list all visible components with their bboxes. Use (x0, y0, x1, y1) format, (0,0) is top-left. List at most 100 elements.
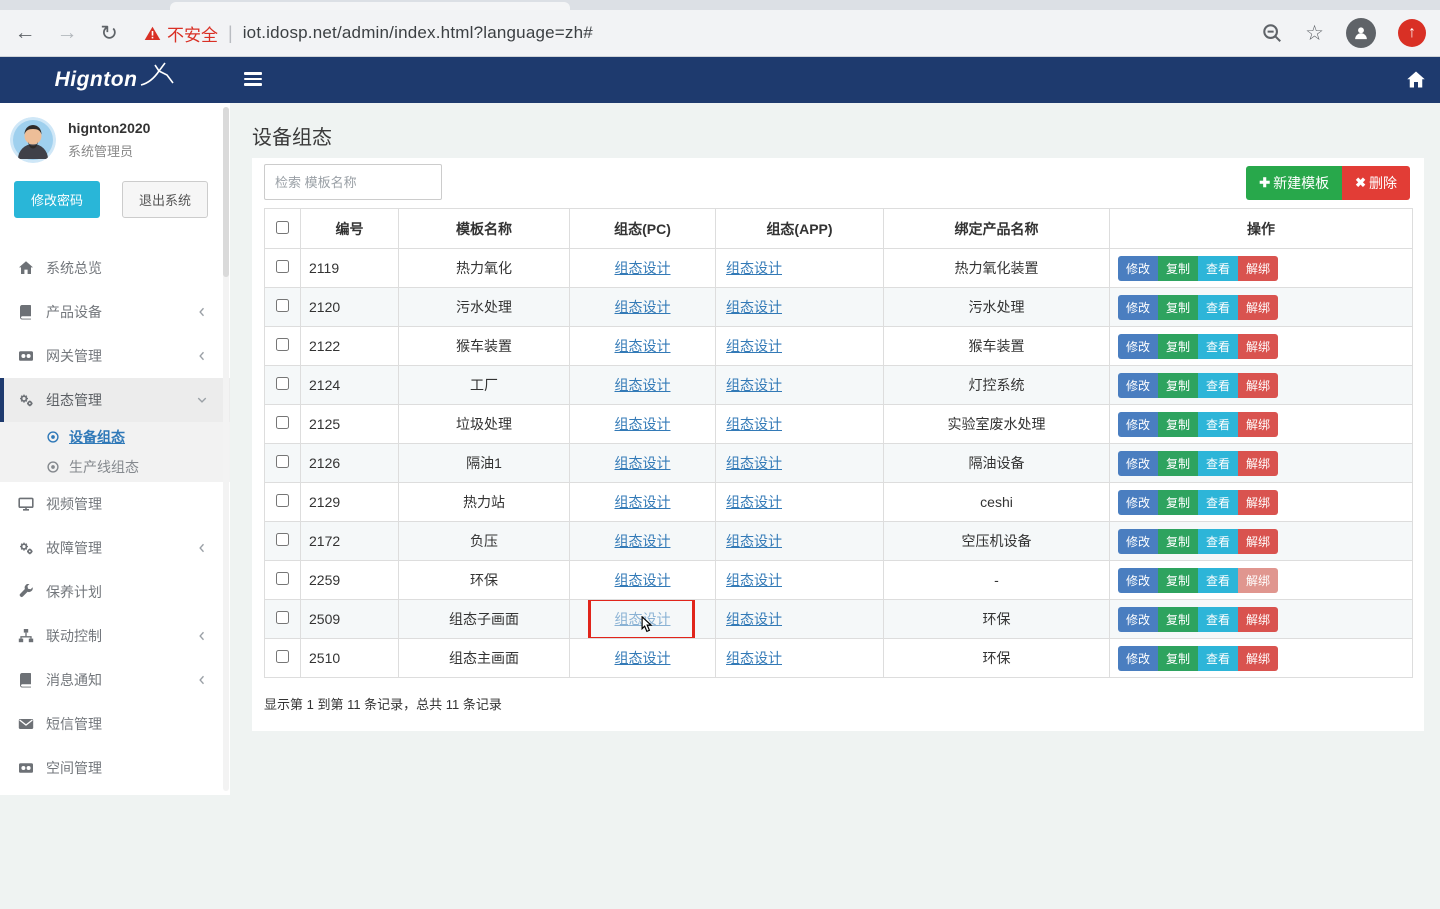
view-button[interactable]: 查看 (1198, 646, 1238, 671)
app-design-link[interactable]: 组态设计 (726, 455, 782, 471)
view-button[interactable]: 查看 (1198, 451, 1238, 476)
sidebar-item-短信管理[interactable]: 短信管理 (0, 702, 230, 746)
copy-button[interactable]: 复制 (1158, 568, 1198, 593)
sidebar-item-组态管理[interactable]: 组态管理 (0, 378, 230, 422)
unbind-button[interactable]: 解绑 (1238, 373, 1278, 398)
app-design-link[interactable]: 组态设计 (726, 572, 782, 588)
pc-design-link[interactable]: 组态设计 (615, 455, 671, 471)
view-button[interactable]: 查看 (1198, 334, 1238, 359)
view-button[interactable]: 查看 (1198, 607, 1238, 632)
row-checkbox[interactable] (276, 416, 289, 429)
pc-design-link[interactable]: 组态设计 (615, 572, 671, 588)
app-design-link[interactable]: 组态设计 (726, 260, 782, 276)
pc-design-link[interactable]: 组态设计 (615, 416, 671, 432)
zoom-out-icon[interactable] (1261, 22, 1283, 44)
row-checkbox[interactable] (276, 494, 289, 507)
new-template-button[interactable]: ✚新建模板 (1246, 166, 1342, 200)
row-checkbox[interactable] (276, 299, 289, 312)
copy-button[interactable]: 复制 (1158, 607, 1198, 632)
sidebar-item-产品设备[interactable]: 产品设备 (0, 290, 230, 334)
view-button[interactable]: 查看 (1198, 568, 1238, 593)
submenu-item-生产线组态[interactable]: 生产线组态 (0, 452, 230, 482)
row-checkbox[interactable] (276, 455, 289, 468)
view-button[interactable]: 查看 (1198, 490, 1238, 515)
app-design-link[interactable]: 组态设计 (726, 416, 782, 432)
app-design-link[interactable]: 组态设计 (726, 338, 782, 354)
address-bar[interactable]: 不安全 | iot.idosp.net/admin/index.html?lan… (144, 21, 1239, 46)
sidebar-scrollbar[interactable] (223, 107, 229, 791)
modify-button[interactable]: 修改 (1118, 529, 1158, 554)
modify-button[interactable]: 修改 (1118, 334, 1158, 359)
unbind-button[interactable]: 解绑 (1238, 256, 1278, 281)
app-design-link[interactable]: 组态设计 (726, 650, 782, 666)
sidebar-item-网关管理[interactable]: 网关管理 (0, 334, 230, 378)
modify-button[interactable]: 修改 (1118, 568, 1158, 593)
sidebar-item-视频管理[interactable]: 视频管理 (0, 482, 230, 526)
app-design-link[interactable]: 组态设计 (726, 611, 782, 627)
submenu-item-设备组态[interactable]: 设备组态 (0, 422, 230, 452)
pc-design-link[interactable]: 组态设计 (615, 299, 671, 315)
copy-button[interactable]: 复制 (1158, 529, 1198, 554)
modify-button[interactable]: 修改 (1118, 646, 1158, 671)
row-checkbox[interactable] (276, 260, 289, 273)
pc-design-link[interactable]: 组态设计 (615, 260, 671, 276)
view-button[interactable]: 查看 (1198, 529, 1238, 554)
modify-button[interactable]: 修改 (1118, 256, 1158, 281)
sidebar-item-故障管理[interactable]: 故障管理 (0, 526, 230, 570)
modify-button[interactable]: 修改 (1118, 373, 1158, 398)
copy-button[interactable]: 复制 (1158, 295, 1198, 320)
sidebar-item-联动控制[interactable]: 联动控制 (0, 614, 230, 658)
unbind-button[interactable]: 解绑 (1238, 529, 1278, 554)
sidebar-item-系统总览[interactable]: 系统总览 (0, 246, 230, 290)
view-button[interactable]: 查看 (1198, 373, 1238, 398)
view-button[interactable]: 查看 (1198, 256, 1238, 281)
sidebar-item-空间管理[interactable]: 空间管理 (0, 746, 230, 790)
bookmark-star-icon[interactable]: ☆ (1305, 21, 1324, 46)
copy-button[interactable]: 复制 (1158, 490, 1198, 515)
pc-design-link[interactable]: 组态设计 (615, 494, 671, 510)
reload-icon[interactable]: ↻ (92, 16, 126, 50)
unbind-button[interactable]: 解绑 (1238, 334, 1278, 359)
modify-button[interactable]: 修改 (1118, 607, 1158, 632)
row-checkbox[interactable] (276, 377, 289, 390)
browser-tab[interactable] (170, 2, 570, 10)
copy-button[interactable]: 复制 (1158, 646, 1198, 671)
view-button[interactable]: 查看 (1198, 412, 1238, 437)
search-input[interactable] (264, 164, 442, 200)
navbar-home-icon[interactable] (1406, 70, 1426, 90)
row-checkbox[interactable] (276, 572, 289, 585)
row-checkbox[interactable] (276, 338, 289, 351)
back-icon[interactable]: ← (8, 16, 42, 50)
app-design-link[interactable]: 组态设计 (726, 494, 782, 510)
unbind-button[interactable]: 解绑 (1238, 490, 1278, 515)
sidebar-item-保养计划[interactable]: 保养计划 (0, 570, 230, 614)
copy-button[interactable]: 复制 (1158, 373, 1198, 398)
row-checkbox[interactable] (276, 650, 289, 663)
modify-button[interactable]: 修改 (1118, 295, 1158, 320)
pc-design-link[interactable]: 组态设计 (615, 650, 671, 666)
row-checkbox[interactable] (276, 533, 289, 546)
browser-update-icon[interactable]: ↑ (1398, 19, 1426, 47)
unbind-button[interactable]: 解绑 (1238, 646, 1278, 671)
app-design-link[interactable]: 组态设计 (726, 299, 782, 315)
pc-design-link[interactable]: 组态设计 (615, 377, 671, 393)
row-checkbox[interactable] (276, 611, 289, 624)
modify-button[interactable]: 修改 (1118, 490, 1158, 515)
unbind-button[interactable]: 解绑 (1238, 568, 1278, 593)
forward-icon[interactable]: → (50, 16, 84, 50)
app-design-link[interactable]: 组态设计 (726, 377, 782, 393)
select-all-checkbox[interactable] (276, 221, 289, 234)
modify-button[interactable]: 修改 (1118, 451, 1158, 476)
copy-button[interactable]: 复制 (1158, 412, 1198, 437)
app-design-link[interactable]: 组态设计 (726, 533, 782, 549)
pc-design-link[interactable]: 组态设计 (615, 533, 671, 549)
copy-button[interactable]: 复制 (1158, 334, 1198, 359)
unbind-button[interactable]: 解绑 (1238, 295, 1278, 320)
pc-design-link[interactable]: 组态设计 (615, 338, 671, 354)
view-button[interactable]: 查看 (1198, 295, 1238, 320)
change-password-button[interactable]: 修改密码 (14, 181, 100, 218)
menu-toggle-icon[interactable] (244, 72, 262, 89)
sidebar-item-消息通知[interactable]: 消息通知 (0, 658, 230, 702)
unbind-button[interactable]: 解绑 (1238, 451, 1278, 476)
unbind-button[interactable]: 解绑 (1238, 607, 1278, 632)
